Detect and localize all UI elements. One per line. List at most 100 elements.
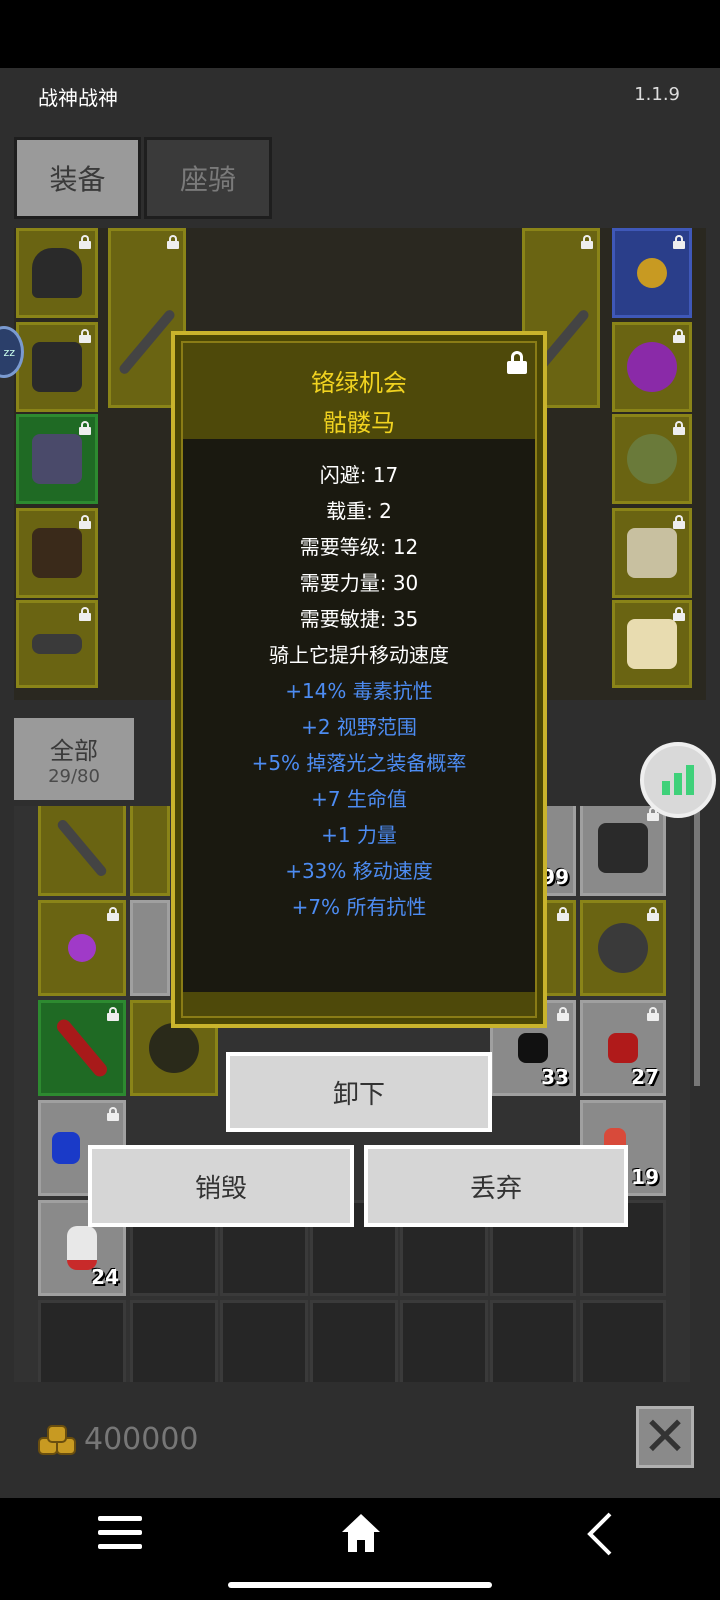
bonus-line: +33% 移动速度: [285, 859, 433, 883]
stat-line: 需要敏捷: 35: [299, 607, 419, 631]
inventory-scrollbar[interactable]: [694, 806, 700, 1086]
amulet-slot[interactable]: [612, 228, 692, 318]
bonus-line: +7 生命值: [311, 787, 407, 811]
lock-icon: [79, 421, 91, 435]
horned-helmet-icon: [598, 823, 648, 873]
stat-line: 载重: 2: [326, 499, 392, 523]
home-icon[interactable]: [340, 1512, 382, 1554]
armor-icon: [32, 342, 82, 392]
tooltip-footer: [183, 992, 535, 1016]
stat-line: 骑上它提升移动速度: [269, 643, 449, 667]
armor-slot[interactable]: [16, 322, 98, 412]
close-button[interactable]: ✕: [636, 1406, 694, 1468]
unequip-button[interactable]: 卸下: [226, 1052, 492, 1132]
inventory-slot[interactable]: [130, 1300, 218, 1382]
lock-icon: [673, 329, 685, 343]
inventory-slot[interactable]: [310, 1300, 398, 1382]
amulet-icon: [637, 258, 667, 288]
lock-icon: [647, 1007, 659, 1021]
belt-icon: [32, 634, 82, 654]
ring-slot-2[interactable]: [612, 414, 692, 504]
lock-icon: [79, 235, 91, 249]
amulet-icon: [68, 934, 96, 962]
bonus-line: +7% 所有抗性: [291, 895, 427, 919]
bonus-line: +2 视野范围: [301, 715, 417, 739]
inventory-slot[interactable]: [220, 1300, 308, 1382]
lock-icon: [673, 421, 685, 435]
lock-icon: [107, 1107, 119, 1121]
bag-filter-all[interactable]: 全部 29/80: [14, 718, 134, 800]
tooltip-body: 铬绿机会 骷髅马 闪避: 17 载重: 2 需要等级: 12 需要力量: 30 …: [181, 341, 537, 1018]
lock-icon: [107, 907, 119, 921]
gold-coins-icon: [38, 1424, 76, 1455]
version-label: 1.1.9: [634, 84, 680, 105]
boots-icon: [32, 528, 82, 578]
spear-icon: [55, 817, 109, 879]
inventory-slot[interactable]: [580, 900, 666, 996]
gold-amount: 400000: [84, 1422, 199, 1457]
inventory-slot[interactable]: [130, 806, 170, 896]
inventory-slot[interactable]: [38, 806, 126, 896]
item-quantity: 19: [631, 1165, 659, 1189]
bonus-line: +14% 毒素抗性: [285, 679, 433, 703]
inventory-slot[interactable]: [130, 900, 170, 996]
bar-chart-icon: [662, 765, 694, 795]
back-icon[interactable]: [586, 1512, 614, 1556]
lock-icon: [557, 907, 569, 921]
gold-display: 400000: [38, 1422, 199, 1457]
shield-icon: [149, 1023, 199, 1073]
tab-mount[interactable]: 座骑: [144, 137, 272, 219]
tab-equipment[interactable]: 装备: [14, 137, 141, 219]
gloves-icon: [32, 434, 82, 484]
helmet-icon: [32, 248, 82, 298]
lock-icon: [673, 607, 685, 621]
item-quantity: 24: [91, 1265, 119, 1289]
inventory-slot[interactable]: [580, 1300, 666, 1382]
stat-line: 闪避: 17: [319, 463, 399, 487]
lock-icon[interactable]: [507, 351, 527, 375]
inventory-slot[interactable]: [38, 900, 126, 996]
stat-line: 需要等级: 12: [299, 535, 419, 559]
inventory-slot[interactable]: [38, 1300, 126, 1382]
close-icon: ✕: [642, 1405, 688, 1468]
ring-icon: [627, 434, 677, 484]
item-type: 骷髅马: [323, 409, 395, 437]
pet-slot[interactable]: [612, 600, 692, 688]
menu-icon[interactable]: [98, 1514, 142, 1550]
inventory-slot[interactable]: [580, 806, 666, 896]
lock-icon: [79, 607, 91, 621]
sapphire-icon: [51, 1132, 80, 1164]
lock-icon: [107, 1007, 119, 1021]
item-tooltip: 铬绿机会 骷髅马 闪避: 17 载重: 2 需要等级: 12 需要力量: 30 …: [171, 331, 547, 1028]
helmet-slot[interactable]: [16, 228, 98, 318]
item-quantity: 27: [631, 1065, 659, 1089]
drop-button[interactable]: 丢弃: [364, 1145, 628, 1227]
home-indicator: [228, 1582, 492, 1588]
bag-filter-label: 全部: [50, 737, 98, 765]
bonus-line: +1 力量: [321, 823, 397, 847]
tooltip-header: 铬绿机会 骷髅马: [183, 343, 535, 439]
stats-float-button[interactable]: [640, 742, 716, 818]
lock-icon: [673, 515, 685, 529]
lock-icon: [581, 235, 593, 249]
lock-icon: [557, 1007, 569, 1021]
sword-icon: [54, 1016, 110, 1080]
boots-slot[interactable]: [16, 508, 98, 598]
inventory-slot[interactable]: [400, 1300, 488, 1382]
inventory-slot[interactable]: [38, 1000, 126, 1096]
system-nav-bar: [0, 1498, 720, 1600]
stat-line: 需要力量: 30: [299, 571, 419, 595]
gloves-slot[interactable]: [16, 414, 98, 504]
destroy-button[interactable]: 销毁: [88, 1145, 354, 1227]
belt-slot[interactable]: [16, 600, 98, 688]
spear-icon: [117, 308, 177, 376]
ring-slot-1[interactable]: [612, 322, 692, 412]
mount-slot[interactable]: [612, 508, 692, 598]
gem-icon: [518, 1033, 548, 1063]
health-potion-icon: [67, 1226, 97, 1270]
inventory-slot[interactable]: 27: [580, 1000, 666, 1096]
lock-icon: [167, 235, 179, 249]
inventory-slot[interactable]: [490, 1300, 576, 1382]
item-name: 铬绿机会: [311, 369, 407, 397]
ruby-icon: [608, 1033, 638, 1063]
